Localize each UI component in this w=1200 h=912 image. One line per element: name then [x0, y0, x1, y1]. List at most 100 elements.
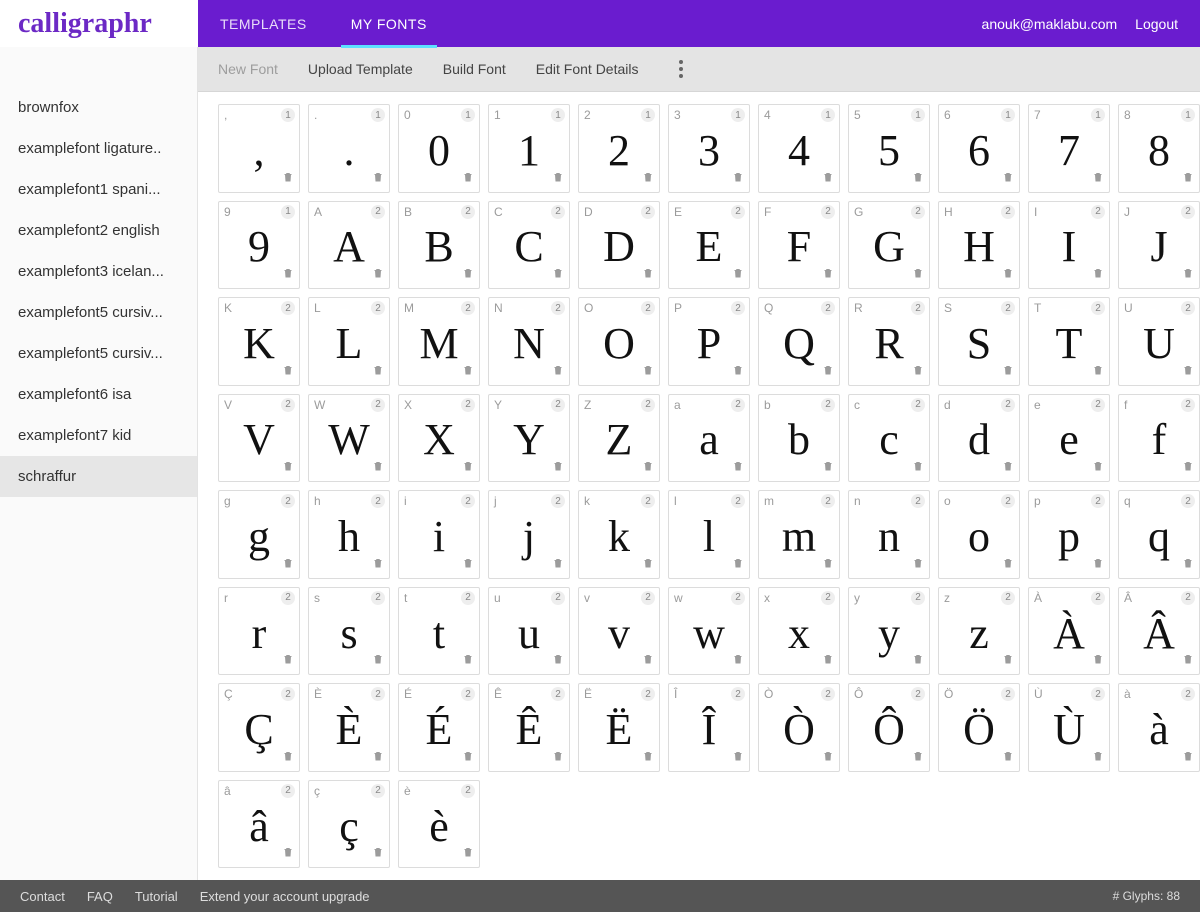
trash-icon[interactable]: [912, 556, 924, 575]
glyph-cell[interactable]: E2E: [668, 201, 750, 290]
glyph-cell[interactable]: d2d: [938, 394, 1020, 483]
glyph-cell[interactable]: i2i: [398, 490, 480, 579]
glyph-cell[interactable]: F2F: [758, 201, 840, 290]
glyph-cell[interactable]: è2è: [398, 780, 480, 869]
trash-icon[interactable]: [552, 652, 564, 671]
glyph-cell[interactable]: G2G: [848, 201, 930, 290]
glyph-cell[interactable]: m2m: [758, 490, 840, 579]
trash-icon[interactable]: [1092, 363, 1104, 382]
glyph-cell[interactable]: Ô2Ô: [848, 683, 930, 772]
glyph-cell[interactable]: ç2ç: [308, 780, 390, 869]
glyph-cell[interactable]: V2V: [218, 394, 300, 483]
glyph-cell[interactable]: K2K: [218, 297, 300, 386]
trash-icon[interactable]: [462, 749, 474, 768]
sidebar-font-item[interactable]: schraffur: [0, 456, 197, 497]
glyph-cell[interactable]: R2R: [848, 297, 930, 386]
trash-icon[interactable]: [462, 266, 474, 285]
trash-icon[interactable]: [1092, 652, 1104, 671]
upload-template-button[interactable]: Upload Template: [308, 61, 413, 77]
glyph-cell[interactable]: b2b: [758, 394, 840, 483]
glyph-cell[interactable]: z2z: [938, 587, 1020, 676]
build-font-button[interactable]: Build Font: [443, 61, 506, 77]
glyph-cell[interactable]: ,1,: [218, 104, 300, 193]
glyph-cell[interactable]: A2A: [308, 201, 390, 290]
glyph-cell[interactable]: Ç2Ç: [218, 683, 300, 772]
trash-icon[interactable]: [1002, 170, 1014, 189]
glyph-cell[interactable]: Y2Y: [488, 394, 570, 483]
trash-icon[interactable]: [462, 363, 474, 382]
trash-icon[interactable]: [1002, 363, 1014, 382]
glyph-cell[interactable]: H2H: [938, 201, 1020, 290]
glyph-cell[interactable]: Ë2Ë: [578, 683, 660, 772]
trash-icon[interactable]: [1182, 652, 1194, 671]
trash-icon[interactable]: [642, 363, 654, 382]
sidebar-font-item[interactable]: examplefont5 cursiv...: [0, 333, 197, 374]
glyph-cell[interactable]: Ê2Ê: [488, 683, 570, 772]
trash-icon[interactable]: [552, 363, 564, 382]
trash-icon[interactable]: [642, 749, 654, 768]
trash-icon[interactable]: [912, 363, 924, 382]
glyph-cell[interactable]: W2W: [308, 394, 390, 483]
glyph-cell[interactable]: l2l: [668, 490, 750, 579]
glyph-cell[interactable]: 010: [398, 104, 480, 193]
trash-icon[interactable]: [642, 266, 654, 285]
trash-icon[interactable]: [732, 170, 744, 189]
glyph-cell[interactable]: M2M: [398, 297, 480, 386]
trash-icon[interactable]: [822, 266, 834, 285]
sidebar-font-item[interactable]: examplefont ligature..: [0, 128, 197, 169]
trash-icon[interactable]: [912, 749, 924, 768]
trash-icon[interactable]: [462, 170, 474, 189]
glyph-cell[interactable]: S2S: [938, 297, 1020, 386]
trash-icon[interactable]: [912, 459, 924, 478]
glyph-cell[interactable]: q2q: [1118, 490, 1200, 579]
glyph-cell[interactable]: u2u: [488, 587, 570, 676]
glyph-cell[interactable]: À2À: [1028, 587, 1110, 676]
trash-icon[interactable]: [462, 845, 474, 864]
glyph-cell[interactable]: g2g: [218, 490, 300, 579]
trash-icon[interactable]: [372, 170, 384, 189]
glyph-cell[interactable]: f2f: [1118, 394, 1200, 483]
trash-icon[interactable]: [642, 556, 654, 575]
trash-icon[interactable]: [1182, 266, 1194, 285]
glyph-cell[interactable]: â2â: [218, 780, 300, 869]
glyph-cell[interactable]: N2N: [488, 297, 570, 386]
glyph-cell[interactable]: t2t: [398, 587, 480, 676]
glyph-cell[interactable]: .1.: [308, 104, 390, 193]
trash-icon[interactable]: [1182, 459, 1194, 478]
trash-icon[interactable]: [912, 266, 924, 285]
trash-icon[interactable]: [1002, 556, 1014, 575]
glyph-cell[interactable]: 515: [848, 104, 930, 193]
sidebar-font-item[interactable]: examplefont7 kid: [0, 415, 197, 456]
trash-icon[interactable]: [372, 556, 384, 575]
glyph-cell[interactable]: j2j: [488, 490, 570, 579]
glyph-cell[interactable]: O2O: [578, 297, 660, 386]
glyph-cell[interactable]: É2É: [398, 683, 480, 772]
nav-tab-templates[interactable]: TEMPLATES: [198, 0, 329, 47]
nav-tab-my-fonts[interactable]: MY FONTS: [329, 0, 449, 47]
glyph-cell[interactable]: Ò2Ò: [758, 683, 840, 772]
trash-icon[interactable]: [372, 266, 384, 285]
trash-icon[interactable]: [732, 652, 744, 671]
glyph-cell[interactable]: L2L: [308, 297, 390, 386]
trash-icon[interactable]: [1092, 749, 1104, 768]
trash-icon[interactable]: [1182, 363, 1194, 382]
trash-icon[interactable]: [372, 652, 384, 671]
glyph-cell[interactable]: k2k: [578, 490, 660, 579]
trash-icon[interactable]: [1002, 652, 1014, 671]
edit-font-details-button[interactable]: Edit Font Details: [536, 61, 639, 77]
new-font-button[interactable]: New Font: [218, 61, 278, 77]
glyph-cell[interactable]: 111: [488, 104, 570, 193]
glyph-cell[interactable]: C2C: [488, 201, 570, 290]
trash-icon[interactable]: [642, 170, 654, 189]
trash-icon[interactable]: [282, 652, 294, 671]
trash-icon[interactable]: [822, 363, 834, 382]
trash-icon[interactable]: [1092, 266, 1104, 285]
trash-icon[interactable]: [372, 363, 384, 382]
trash-icon[interactable]: [552, 749, 564, 768]
sidebar-font-item[interactable]: examplefont5 cursiv...: [0, 292, 197, 333]
glyph-cell[interactable]: U2U: [1118, 297, 1200, 386]
footer-link[interactable]: Tutorial: [135, 889, 178, 904]
glyph-cell[interactable]: B2B: [398, 201, 480, 290]
glyph-grid-wrap[interactable]: ,1,.1.010111212313414515616717818919A2AB…: [198, 92, 1200, 880]
glyph-cell[interactable]: I2I: [1028, 201, 1110, 290]
